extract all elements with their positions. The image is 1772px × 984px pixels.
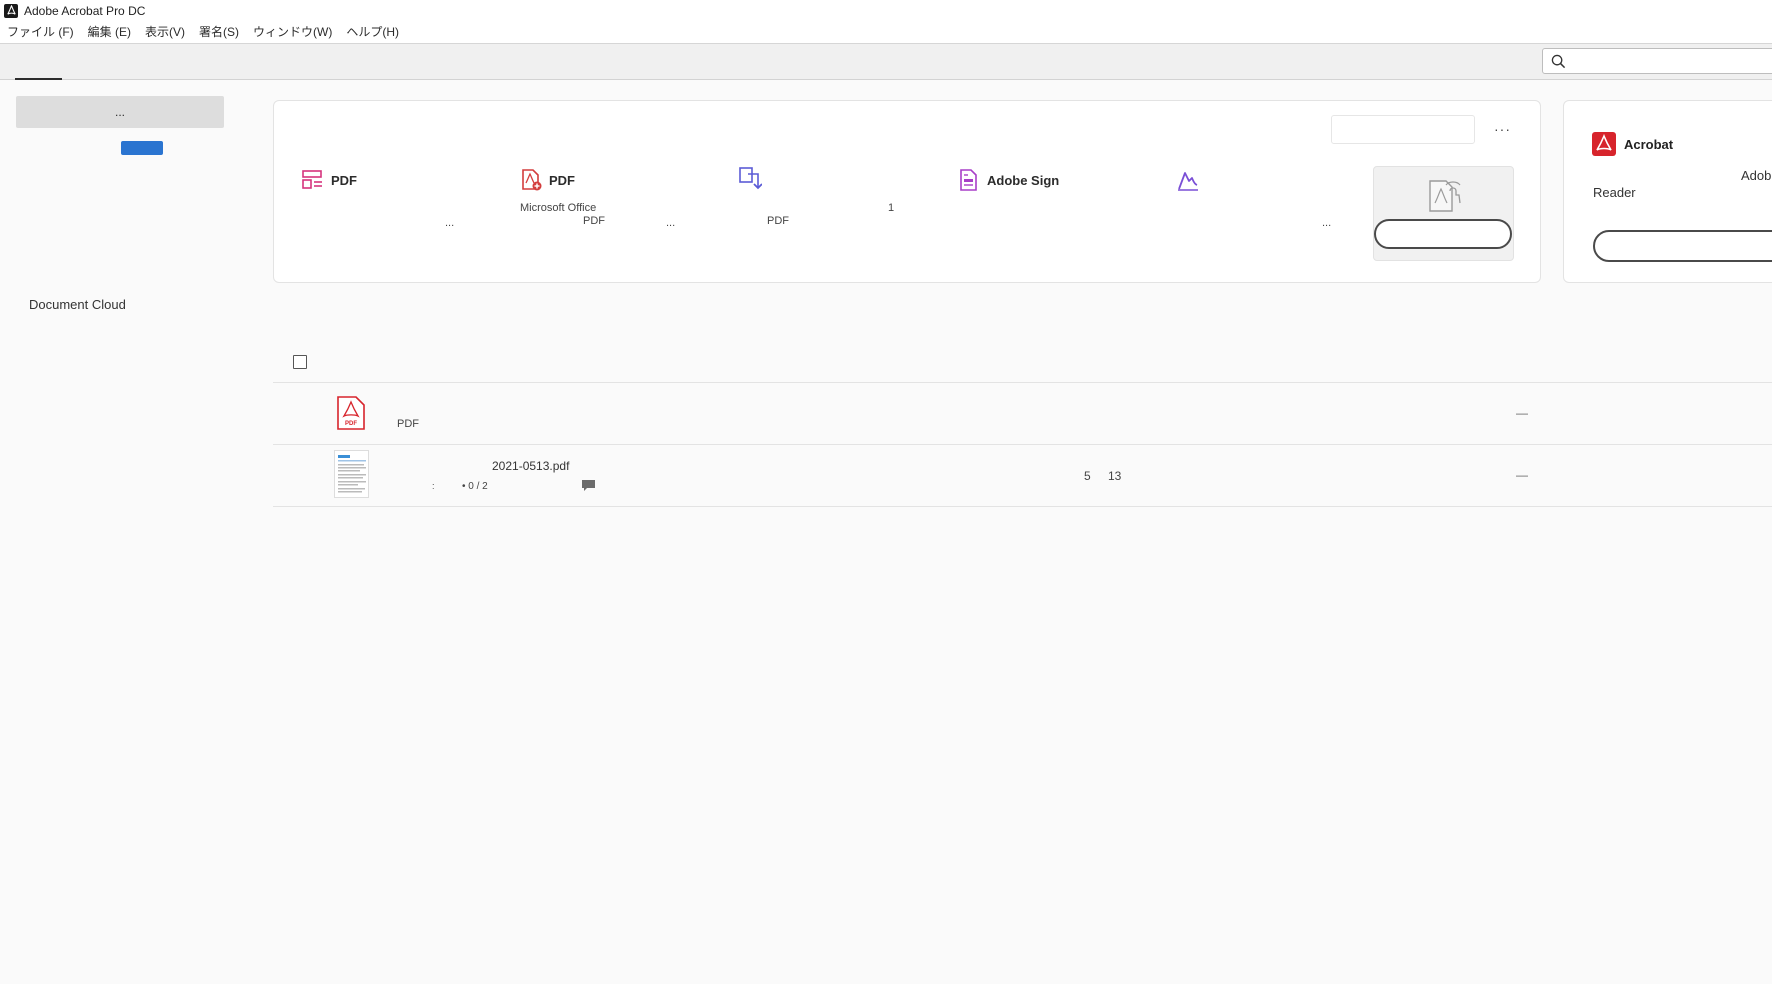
tool-prepare-form[interactable]: PDF [301, 168, 357, 192]
tools-filter-input[interactable] [1331, 115, 1475, 144]
search-input[interactable] [1542, 48, 1772, 74]
file-row-2-name[interactable]: 2021-0513.pdf [492, 459, 569, 473]
sidebar-blue-button[interactable] [121, 141, 163, 155]
tool-create-pdf-desc-2: PDF [583, 215, 605, 227]
menu-bar: ファイル (F) 編集 (E) 表示(V) 署名(S) ウィンドウ(W) ヘルプ… [0, 21, 1772, 44]
file-thumbnail[interactable] [334, 450, 369, 498]
menu-view[interactable]: 表示(V) [138, 21, 192, 43]
file-row-1-divider [273, 444, 1772, 445]
tool-export-pdf-desc: PDF [767, 215, 789, 227]
tool-adobe-sign-label: Adobe Sign [987, 172, 1060, 188]
svg-text:PDF: PDF [345, 421, 357, 427]
search-icon [1551, 54, 1566, 69]
tool-preview-button[interactable] [1374, 219, 1512, 249]
select-all-checkbox[interactable] [293, 355, 307, 369]
promo-title-text: Acrobat [1624, 136, 1674, 152]
window-title: Adobe Acrobat Pro DC [24, 3, 146, 18]
tool-export-pdf[interactable] [738, 166, 768, 190]
adobe-sign-icon [960, 169, 977, 191]
export-pdf-icon [739, 167, 762, 190]
acrobat-app-icon [4, 3, 18, 18]
tool-prepare-form-label: PDF [331, 172, 357, 188]
sidebar-top-button[interactable]: ... [16, 96, 224, 128]
tool-fill-sign[interactable] [1176, 168, 1206, 192]
tab-strip [0, 44, 1772, 80]
file-row-2-divider [273, 506, 1772, 507]
tool-create-pdf[interactable]: PDF [519, 168, 575, 192]
promo-action-button[interactable] [1593, 230, 1772, 262]
comment-icon[interactable] [582, 480, 595, 492]
document-thumbnail-icon [338, 455, 366, 493]
menu-window[interactable]: ウィンドウ(W) [246, 21, 339, 43]
tools-more-menu[interactable]: ··· [1494, 121, 1511, 137]
active-tab-home[interactable] [15, 78, 62, 80]
sidebar-item-document-cloud[interactable]: Document Cloud [29, 297, 126, 312]
acrobat-logo-icon [1592, 132, 1616, 156]
file-row-2-progress: • 0 / 2 [462, 481, 488, 492]
tool-create-pdf-more: ... [666, 217, 676, 229]
file-row-2-dash: — [1516, 468, 1528, 482]
form-icon [302, 170, 322, 189]
tool-fill-sign-more: ... [1322, 217, 1332, 229]
tool-adobe-sign[interactable]: Adobe Sign [957, 168, 1059, 192]
file-row-2-col-a: 5 [1084, 469, 1091, 483]
file-row-2-colon: : [432, 481, 435, 491]
pdf-file-icon[interactable]: PDF [336, 396, 366, 430]
create-pdf-icon [522, 169, 542, 191]
menu-file[interactable]: ファイル (F) [0, 21, 81, 43]
file-row-1-dash: — [1516, 406, 1528, 420]
menu-help[interactable]: ヘルプ(H) [339, 21, 406, 43]
promo-adobe-text: Adob [1741, 168, 1772, 183]
menu-sign[interactable]: 署名(S) [192, 21, 246, 43]
list-header-divider [273, 382, 1772, 383]
tool-prepare-form-more: ... [445, 217, 455, 229]
title-bar: Adobe Acrobat Pro DC [0, 0, 1772, 21]
tool-create-pdf-desc-1: Microsoft Office [520, 202, 597, 214]
file-row-1-type: PDF [397, 418, 419, 430]
tool-create-pdf-label: PDF [549, 172, 575, 188]
file-row-2-col-b: 13 [1108, 469, 1122, 483]
document-touch-icon [1429, 180, 1461, 212]
menu-edit[interactable]: 編集 (E) [81, 21, 138, 43]
sidebar-top-button-label: ... [114, 105, 125, 119]
promo-reader-text: Reader [1593, 185, 1636, 200]
tool-export-pdf-count: 1 [888, 202, 895, 214]
promo-title: Acrobat [1592, 132, 1673, 156]
fill-sign-icon [1178, 172, 1198, 191]
